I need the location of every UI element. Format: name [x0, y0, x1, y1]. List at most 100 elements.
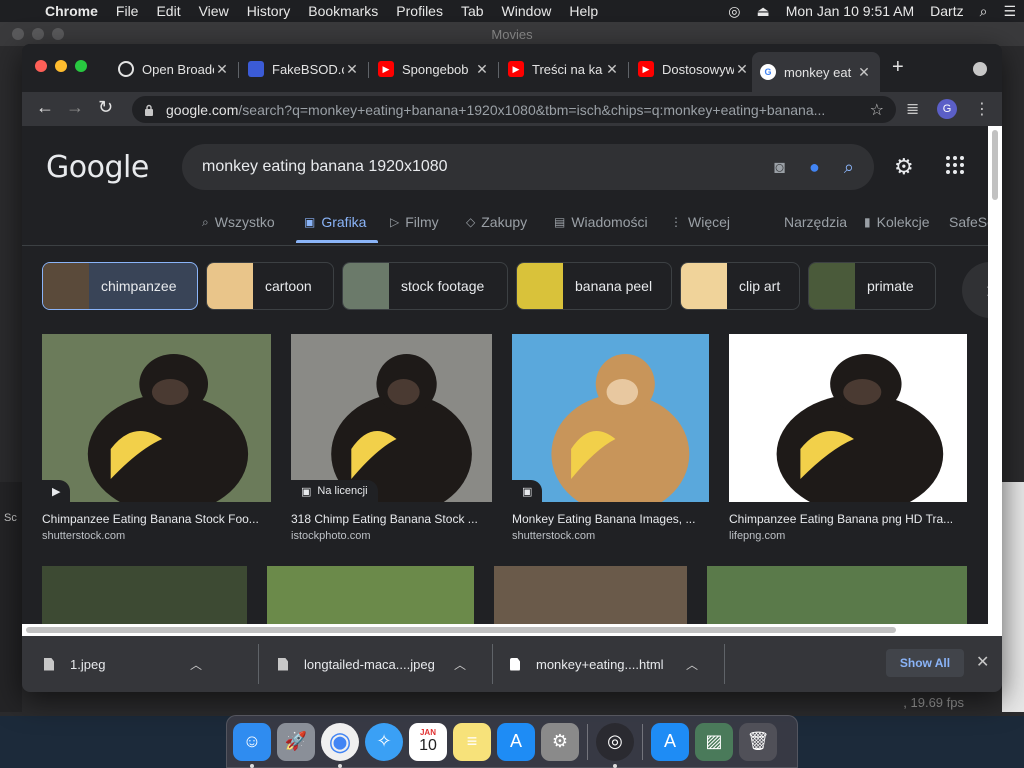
image-result[interactable]	[267, 566, 474, 624]
browser-tab-4[interactable]: ▶ Dostosowyw ✕	[630, 54, 758, 84]
system-preferences-icon[interactable]: ⚙	[541, 722, 579, 761]
chip-clip-art[interactable]: clip art	[680, 262, 800, 310]
chevron-up-icon[interactable]: ︿	[686, 656, 698, 673]
image-result[interactable]	[42, 566, 247, 624]
tab-wiadomości[interactable]: ▤ Wiadomości	[554, 214, 648, 230]
close-tab-icon[interactable]: ✕	[214, 61, 230, 78]
browser-tab-3[interactable]: ▶ Treści na ka ✕	[500, 54, 628, 84]
result-thumbnail[interactable]: ▶	[42, 334, 271, 502]
image-result[interactable]	[707, 566, 967, 624]
menu-profiles[interactable]: Profiles	[387, 3, 452, 19]
menu-view[interactable]: View	[190, 3, 238, 19]
google-apps-icon[interactable]	[946, 156, 964, 174]
chip-chimpanzee[interactable]: chimpanzee	[42, 262, 198, 310]
zoom-window-button[interactable]	[75, 60, 87, 72]
close-tab-icon[interactable]: ✕	[856, 64, 872, 81]
tab-zakupy[interactable]: ◇ Zakupy	[466, 214, 527, 230]
menu-window[interactable]: Window	[493, 3, 561, 19]
tab-wszystko[interactable]: ⌕ Wszystko	[202, 214, 275, 230]
finder-icon[interactable]: ☺	[233, 722, 271, 768]
image-result[interactable]: ▣ Monkey Eating Banana Images, ... shutter…	[512, 334, 709, 542]
close-tab-icon[interactable]: ✕	[604, 61, 620, 78]
result-source[interactable]: shutterstock.com	[42, 530, 271, 542]
result-thumbnail[interactable]: ▣	[512, 334, 709, 502]
settings-gear-icon[interactable]: ⚙	[894, 154, 914, 180]
chip-cartoon[interactable]: cartoon	[206, 262, 334, 310]
menu-file[interactable]: File	[107, 3, 148, 19]
close-downloads-bar-icon[interactable]: ✕	[976, 652, 989, 672]
app-store-icon[interactable]: A	[497, 722, 535, 761]
calendar-icon[interactable]: JAN 10	[409, 722, 447, 761]
obs-icon[interactable]: ◎	[596, 722, 634, 768]
image-result[interactable]	[494, 566, 687, 624]
google-logo[interactable]: Google	[46, 150, 149, 185]
back-button[interactable]: ←	[36, 97, 54, 118]
tab-grafika[interactable]: ▣ Grafika	[295, 214, 380, 243]
tab-więcej[interactable]: ⋮ Więcej	[670, 214, 730, 230]
forward-button[interactable]: →	[66, 97, 84, 118]
address-bar[interactable]: google.com/search?q=monkey+eating+banana…	[132, 96, 896, 123]
result-thumbnail[interactable]	[729, 334, 967, 502]
menu-user[interactable]: Dartz	[922, 3, 971, 19]
launchpad-icon[interactable]: 🚀	[277, 722, 315, 761]
chrome-icon[interactable]: ◉	[321, 722, 359, 768]
chevron-up-icon[interactable]: ︿	[190, 656, 202, 673]
menu-bookmarks[interactable]: Bookmarks	[299, 3, 387, 19]
tab-filmy[interactable]: ▷ Filmy	[390, 214, 439, 230]
microphone-icon[interactable]: ●	[809, 157, 820, 178]
spotlight-search-icon[interactable]: ⌕	[972, 3, 996, 20]
chip-primate[interactable]: primate	[808, 262, 936, 310]
browser-tab-0[interactable]: Open Broadc ✕	[110, 54, 238, 84]
result-source[interactable]: lifepng.com	[729, 530, 967, 542]
menu-app-name[interactable]: Chrome	[36, 3, 107, 19]
browser-tab-2[interactable]: ▶ Spongebob ✕	[370, 54, 498, 84]
horizontal-scrollbar[interactable]	[22, 624, 1002, 636]
download-item[interactable]: 1.jpeg ︿	[44, 646, 202, 682]
download-item[interactable]: monkey+eating....html ︿	[510, 646, 698, 682]
close-tab-icon[interactable]: ✕	[474, 61, 490, 78]
camera-search-icon[interactable]: ◙	[774, 157, 785, 178]
notes-icon[interactable]: ≡	[453, 722, 491, 761]
result-source[interactable]: shutterstock.com	[512, 530, 709, 542]
close-window-button[interactable]	[35, 60, 47, 72]
image-result[interactable]: ▣ Na licencji 318 Chimp Eating Banana Stoc…	[291, 334, 492, 542]
horizontal-scroll-thumb[interactable]	[26, 627, 896, 633]
obs-status-icon[interactable]: ◎	[720, 3, 748, 20]
image-result[interactable]: ▶ Chimpanzee Eating Banana Stock Foo... sh…	[42, 334, 271, 542]
result-source[interactable]: istockphoto.com	[291, 530, 492, 542]
vertical-scroll-thumb[interactable]	[992, 130, 998, 200]
profile-avatar[interactable]: G	[937, 99, 957, 119]
close-tab-icon[interactable]: ✕	[734, 61, 750, 78]
new-tab-button[interactable]: +	[892, 56, 904, 79]
chip-banana-peel[interactable]: banana peel	[516, 262, 672, 310]
chip-stock-footage[interactable]: stock footage	[342, 262, 508, 310]
menu-edit[interactable]: Edit	[147, 3, 189, 19]
image-result[interactable]: Chimpanzee Eating Banana png HD Tra... li…	[729, 334, 967, 542]
reload-button[interactable]: ↻	[98, 97, 113, 118]
url-text[interactable]: google.com/search?q=monkey+eating+banana…	[166, 102, 870, 118]
result-caption[interactable]: Monkey Eating Banana Images, ...	[512, 512, 709, 526]
eject-icon[interactable]: ⏏	[748, 3, 777, 20]
close-tab-icon[interactable]: ✕	[344, 61, 360, 78]
collections-button[interactable]: ▮ Kolekcje	[864, 214, 930, 230]
minimize-window-button[interactable]	[55, 60, 67, 72]
menu-help[interactable]: Help	[560, 3, 607, 19]
preview-icon[interactable]: ▨	[695, 722, 733, 761]
result-caption[interactable]: Chimpanzee Eating Banana Stock Foo...	[42, 512, 271, 526]
download-item[interactable]: longtailed-maca....jpeg ︿	[278, 646, 466, 682]
media-controls-icon[interactable]: ≣	[906, 99, 919, 119]
result-thumbnail[interactable]: ▣ Na licencji	[291, 334, 492, 502]
menu-history[interactable]: History	[238, 3, 300, 19]
tools-button[interactable]: Narzędzia	[784, 214, 847, 230]
browser-tab-1[interactable]: FakeBSOD.c ✕	[240, 54, 368, 84]
trash-icon[interactable]: 🗑	[739, 722, 777, 761]
search-submit-icon[interactable]: ⌕	[844, 157, 854, 178]
safari-icon[interactable]: ✧	[365, 722, 403, 761]
search-input[interactable]	[202, 158, 751, 176]
app-store-2-icon[interactable]: A	[651, 722, 689, 761]
chevron-up-icon[interactable]: ︿	[454, 656, 466, 673]
vertical-scrollbar[interactable]	[988, 126, 1002, 624]
chrome-menu-icon[interactable]: ⋮	[974, 99, 990, 119]
menu-clock[interactable]: Mon Jan 10 9:51 AM	[778, 3, 922, 19]
bookmark-star-icon[interactable]: ☆	[870, 100, 884, 120]
